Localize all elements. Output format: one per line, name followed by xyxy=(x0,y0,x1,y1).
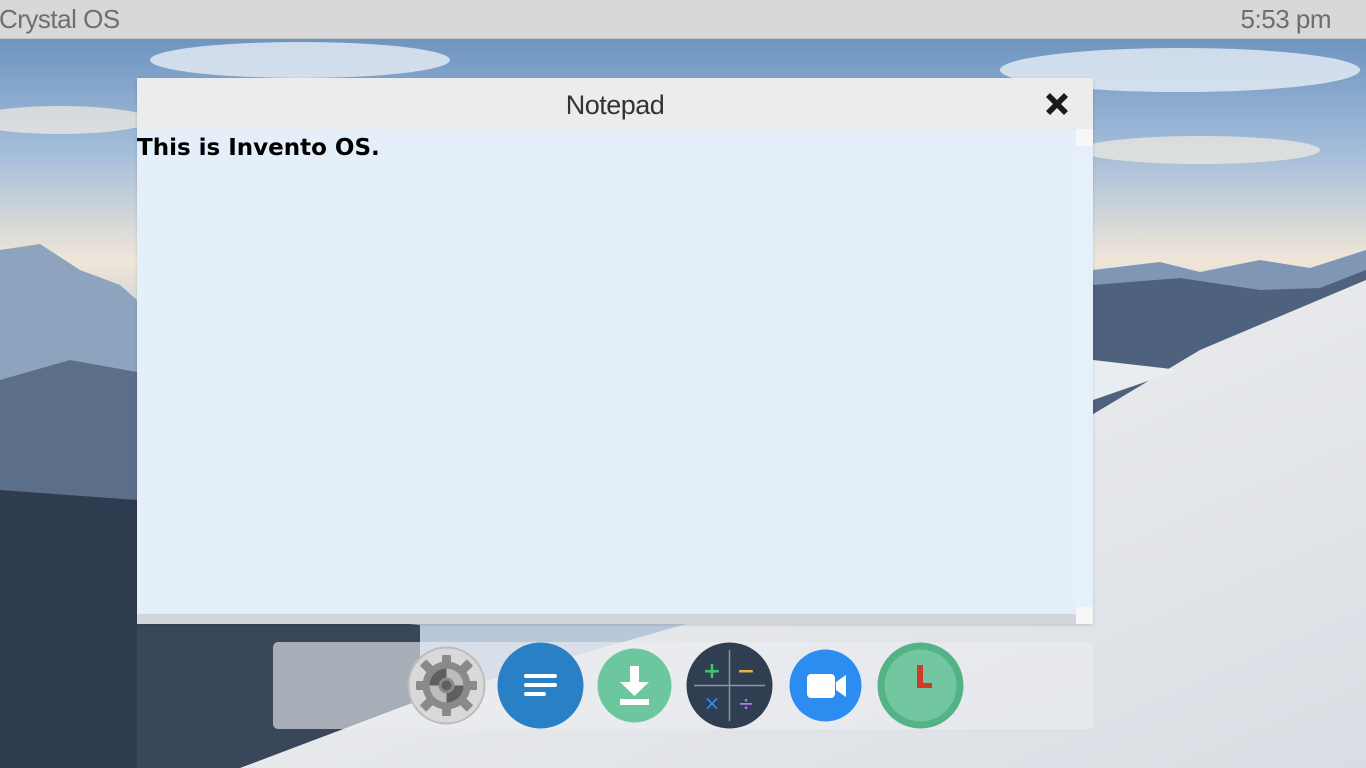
clock-icon[interactable] xyxy=(877,642,964,729)
notepad-text-area[interactable]: This is Invento OS. xyxy=(137,129,1076,614)
close-icon[interactable] xyxy=(1041,88,1073,120)
svg-text:+: + xyxy=(703,659,721,684)
clock-label: 5:53 pm xyxy=(1240,3,1332,34)
svg-text:−: − xyxy=(737,659,755,684)
video-camera-icon[interactable] xyxy=(782,642,869,729)
notepad-window: Notepad This is Invento OS. xyxy=(137,78,1093,624)
app-dock: + − × ÷ xyxy=(273,642,1093,729)
top-bar: Crystal OS 5:53 pm xyxy=(0,0,1366,39)
notes-icon[interactable] xyxy=(497,642,584,729)
svg-text:×: × xyxy=(704,691,721,715)
editor-bottom-edge xyxy=(137,614,1076,624)
svg-text:÷: ÷ xyxy=(738,691,755,715)
calculator-icon[interactable]: + − × ÷ xyxy=(686,642,773,729)
notepad-content: This is Invento OS. xyxy=(137,135,380,161)
gear-icon[interactable] xyxy=(403,642,490,729)
vertical-scrollbar[interactable] xyxy=(1076,129,1093,624)
os-name-label: Crystal OS xyxy=(0,3,120,34)
scrollbar-thumb[interactable] xyxy=(1076,146,1093,607)
window-title: Notepad xyxy=(565,90,665,120)
download-icon[interactable] xyxy=(591,642,678,729)
window-titlebar[interactable]: Notepad xyxy=(137,78,1093,129)
